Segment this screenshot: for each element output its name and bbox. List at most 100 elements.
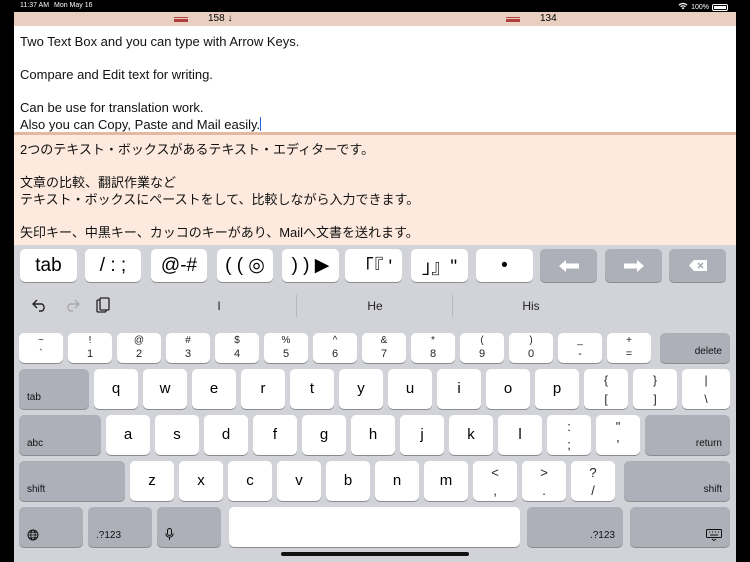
tab-label: tab (27, 392, 41, 403)
key-r[interactable]: r (241, 369, 285, 409)
bottom-text-box[interactable]: 2つのテキスト・ボックスがあるテキスト・エディターです。 文章の比較、翻訳作業な… (14, 135, 736, 245)
shift-label: shift (703, 484, 722, 495)
key-period[interactable]: >. (522, 461, 566, 501)
key-3[interactable]: #3 (166, 333, 210, 363)
abc-key[interactable]: abc (19, 415, 101, 455)
key-t[interactable]: t (290, 369, 334, 409)
key-i[interactable]: i (437, 369, 481, 409)
shift-right-key[interactable]: shift (624, 461, 730, 501)
key-label: 6 (331, 348, 339, 360)
key-shift-label: ( (480, 335, 484, 346)
key-9[interactable]: (9 (460, 333, 504, 363)
text-line (20, 51, 730, 68)
arrow-right-key[interactable] (605, 249, 662, 282)
globe-key[interactable] (19, 507, 83, 547)
tab-key[interactable]: tab (19, 369, 89, 409)
key-label: g (319, 426, 329, 443)
key-backslash[interactable]: | \ (682, 369, 730, 409)
close-paren-key[interactable]: ) ) ▶ (282, 249, 339, 282)
key-close-bracket[interactable]: }] (633, 369, 677, 409)
key-v[interactable]: v (277, 461, 321, 501)
key-label: r (260, 380, 266, 397)
key-minus[interactable]: _ - (558, 333, 602, 363)
key-m[interactable]: m (424, 461, 468, 501)
key-b[interactable]: b (326, 461, 370, 501)
key-0[interactable]: ) 0 (509, 333, 553, 363)
key-d[interactable]: d (204, 415, 248, 455)
delete-key[interactable]: delete (660, 333, 730, 363)
suggestion-3[interactable]: His (461, 299, 601, 313)
key-shift-label: + (626, 335, 632, 346)
key-4[interactable]: $4 (215, 333, 259, 363)
suggestion-divider (452, 295, 453, 317)
key-2[interactable]: @2 (117, 333, 161, 363)
keyboard-icon[interactable] (174, 15, 188, 22)
at-dash-hash-key[interactable]: @-# (151, 249, 207, 282)
key-c[interactable]: c (228, 461, 272, 501)
undo-icon[interactable] (32, 297, 48, 317)
arrow-left-key[interactable] (540, 249, 597, 282)
key-l[interactable]: l (498, 415, 542, 455)
key-y[interactable]: y (339, 369, 383, 409)
key-quote[interactable]: " ' (596, 415, 640, 455)
key-f[interactable]: f (253, 415, 297, 455)
redo-icon[interactable] (64, 297, 80, 317)
microphone-icon (165, 528, 174, 540)
dictation-key[interactable] (157, 507, 221, 547)
key-u[interactable]: u (388, 369, 432, 409)
keyboard-icon[interactable] (506, 15, 520, 22)
slash-colon-key[interactable]: / : ; (85, 249, 141, 282)
key-g[interactable]: g (302, 415, 346, 455)
return-key[interactable]: return (645, 415, 730, 455)
key-k[interactable]: k (449, 415, 493, 455)
key-label: z (148, 472, 156, 489)
numbers-right-key[interactable]: .?123 (527, 507, 623, 547)
key-label: 1 (86, 348, 94, 360)
key-8[interactable]: * 8 (411, 333, 455, 363)
key-e[interactable]: e (192, 369, 236, 409)
key-slash[interactable]: ? / (571, 461, 615, 501)
key-semicolon[interactable]: :; (547, 415, 591, 455)
home-indicator[interactable] (281, 552, 469, 556)
delete-accessory-key[interactable] (669, 249, 726, 282)
key-shift-label: > (540, 465, 548, 480)
key-label: f (272, 426, 278, 443)
space-bar[interactable] (229, 507, 520, 547)
key-comma[interactable]: <, (473, 461, 517, 501)
suggestion-1[interactable]: I (149, 299, 289, 313)
hide-keyboard-key[interactable] (630, 507, 730, 547)
delete-label: delete (694, 346, 722, 357)
key-z[interactable]: z (130, 461, 174, 501)
middle-dot-key[interactable]: • (476, 249, 533, 282)
key-s[interactable]: s (155, 415, 199, 455)
key-h[interactable]: h (351, 415, 395, 455)
numbers-left-key[interactable]: .?123 (88, 507, 152, 547)
close-bracket-key[interactable]: 」』" (411, 249, 468, 282)
key-label: l (518, 426, 522, 443)
key-w[interactable]: w (143, 369, 187, 409)
open-bracket-key[interactable]: 「『 ' (345, 249, 402, 282)
key-5[interactable]: % 5 (264, 333, 308, 363)
key-a[interactable]: a (106, 415, 150, 455)
key-backtick[interactable]: ~ ` (19, 333, 63, 363)
key-label: c (246, 472, 254, 489)
shift-left-key[interactable]: shift (19, 461, 125, 501)
key-n[interactable]: n (375, 461, 419, 501)
key-open-bracket[interactable]: {[ (584, 369, 628, 409)
open-paren-key[interactable]: ( ( ◎ (217, 249, 273, 282)
suggestion-2[interactable]: He (305, 299, 445, 313)
key-o[interactable]: o (486, 369, 530, 409)
key-7[interactable]: & 7 (362, 333, 406, 363)
paste-icon[interactable] (96, 297, 110, 318)
tab-accessory-key[interactable]: tab (20, 249, 77, 282)
key-j[interactable]: j (400, 415, 444, 455)
key-6[interactable]: ^ 6 (313, 333, 357, 363)
arrow-left-icon (558, 259, 579, 272)
top-text-box[interactable]: Two Text Box and you can type with Arrow… (14, 26, 736, 133)
key-shift-label: | (704, 373, 708, 387)
key-p[interactable]: p (535, 369, 579, 409)
key-equals[interactable]: + = (607, 333, 651, 363)
key-1[interactable]: ! 1 (68, 333, 112, 363)
key-x[interactable]: x (179, 461, 223, 501)
key-q[interactable]: q (94, 369, 138, 409)
